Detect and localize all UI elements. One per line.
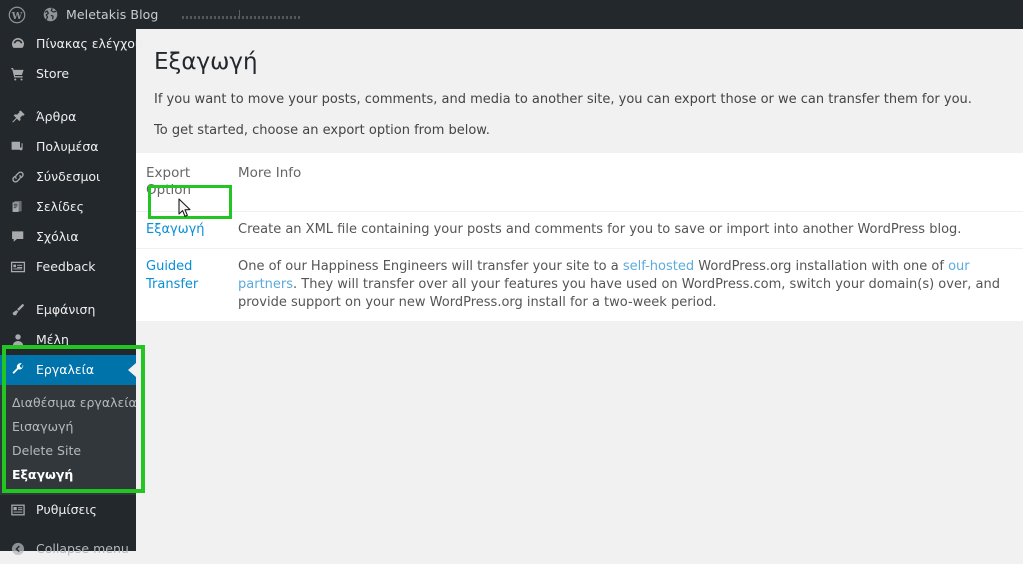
submenu-item-available-tools[interactable]: Διαθέσιμα εργαλεία	[0, 391, 137, 415]
link-icon	[9, 168, 27, 186]
column-header-export-option: Export Option	[136, 153, 228, 212]
sidebar-item-label: Πολυμέσα	[36, 138, 99, 154]
wrench-icon	[9, 361, 27, 379]
site-name-menu[interactable]: Meletakis Blog	[34, 0, 166, 29]
sidebar-item-links[interactable]: Σύνδεσμοι	[0, 162, 136, 192]
svg-text:W: W	[11, 10, 23, 21]
export-option-cell: Εξαγωγή	[136, 211, 228, 249]
sidebar-item-posts[interactable]: Άρθρα	[0, 102, 136, 132]
sidebar-item-store[interactable]: Store	[0, 59, 136, 89]
cart-icon	[9, 65, 27, 83]
sidebar-item-label: Σχόλια	[36, 228, 79, 244]
table-row: Εξαγωγή Create an XML file containing yo…	[136, 211, 1023, 249]
gt-text-1: One of our Happiness Engineers will tran…	[238, 259, 623, 274]
export-option-link[interactable]: Εξαγωγή	[146, 221, 205, 239]
media-icon	[9, 138, 27, 156]
sidebar-item-comments[interactable]: Σχόλια	[0, 222, 136, 252]
sidebar-item-label: Store	[36, 65, 70, 81]
guided-transfer-info-cell: One of our Happiness Engineers will tran…	[228, 249, 1023, 322]
pin-icon	[9, 108, 27, 126]
sidebar-item-label: Σύνδεσμοι	[36, 168, 101, 184]
table-header-row: Export Option More Info	[136, 153, 1023, 212]
submenu-item-export[interactable]: Εξαγωγή	[0, 463, 136, 487]
sidebar-item-pages[interactable]: Σελίδες	[0, 192, 136, 222]
sidebar-item-settings[interactable]: Ρυθμίσεις	[0, 495, 136, 525]
sidebar-item-appearance[interactable]: Εμφάνιση	[0, 295, 136, 325]
admin-sidebar-menu: Πίνακας ελέγχου Store Άρθρα Πολυμέσα Σύν…	[0, 29, 142, 556]
export-options-table: Export Option More Info Εξαγωγή Create a…	[136, 153, 1023, 321]
site-name-label: Meletakis Blog	[66, 7, 159, 22]
collapse-menu-label: Collapse menu	[36, 540, 129, 556]
gt-text-3: . They will transfer over all your featu…	[238, 277, 1001, 310]
sidebar-item-label: Πίνακας ελέγχου	[36, 35, 143, 51]
pages-icon	[9, 198, 27, 216]
self-hosted-link[interactable]: self-hosted	[623, 259, 694, 274]
sidebar-item-label: Άρθρα	[36, 108, 77, 124]
submenu-item-import[interactable]: Εισαγωγή	[0, 415, 136, 439]
dashboard-gauge-icon	[9, 35, 27, 53]
collapse-arrow-icon	[9, 540, 27, 558]
sidebar-item-label: Μέλη	[36, 331, 69, 347]
table-row: Guided Transfer One of our Happiness Eng…	[136, 249, 1023, 322]
main-content: Εξαγωγή If you want to move your posts, …	[136, 29, 1023, 551]
feedback-icon	[9, 258, 27, 276]
adminbar-ruler-artifact	[182, 9, 301, 21]
gt-text-2: WordPress.org installation with one of	[694, 259, 949, 274]
sidebar-item-tools[interactable]: Εργαλεία	[0, 355, 136, 385]
guided-transfer-option-cell: Guided Transfer	[136, 249, 228, 322]
collapse-menu-button[interactable]: Collapse menu	[0, 534, 136, 564]
sidebar-item-label: Ρυθμίσεις	[36, 501, 97, 517]
intro-paragraph-1: If you want to move your posts, comments…	[154, 92, 972, 107]
page-title: Εξαγωγή	[154, 49, 258, 75]
comment-icon	[9, 228, 27, 246]
guided-transfer-link[interactable]: Guided Transfer	[146, 258, 218, 294]
paintbrush-icon	[9, 301, 27, 319]
sidebar-item-feedback[interactable]: Feedback	[0, 252, 136, 282]
sidebar-item-media[interactable]: Πολυμέσα	[0, 132, 136, 162]
globe-icon	[42, 6, 60, 24]
submenu-item-delete-site[interactable]: Delete Site	[0, 439, 136, 463]
settings-icon	[9, 501, 27, 519]
export-info-text: Create an XML file containing your posts…	[238, 222, 962, 237]
tools-submenu: Διαθέσιμα εργαλεία Εισαγωγή Delete Site …	[0, 385, 137, 495]
column-header-more-info: More Info	[228, 153, 1023, 212]
export-info-cell: Create an XML file containing your posts…	[228, 211, 1023, 249]
wordpress-logo-icon: W	[8, 6, 26, 24]
wp-logo-button[interactable]: W	[0, 0, 34, 29]
active-menu-arrow-icon	[128, 363, 136, 377]
intro-paragraph-2: To get started, choose an export option …	[154, 123, 490, 138]
sidebar-item-users[interactable]: Μέλη	[0, 325, 136, 355]
admin-bar: W Meletakis Blog	[0, 0, 1023, 29]
sidebar-item-label: Εμφάνιση	[36, 301, 96, 317]
sidebar-item-label: Feedback	[36, 258, 96, 274]
sidebar-item-dashboard[interactable]: Πίνακας ελέγχου	[0, 29, 142, 59]
sidebar-item-label: Σελίδες	[36, 198, 85, 214]
user-icon	[9, 331, 27, 349]
sidebar-item-label: Εργαλεία	[36, 361, 95, 377]
